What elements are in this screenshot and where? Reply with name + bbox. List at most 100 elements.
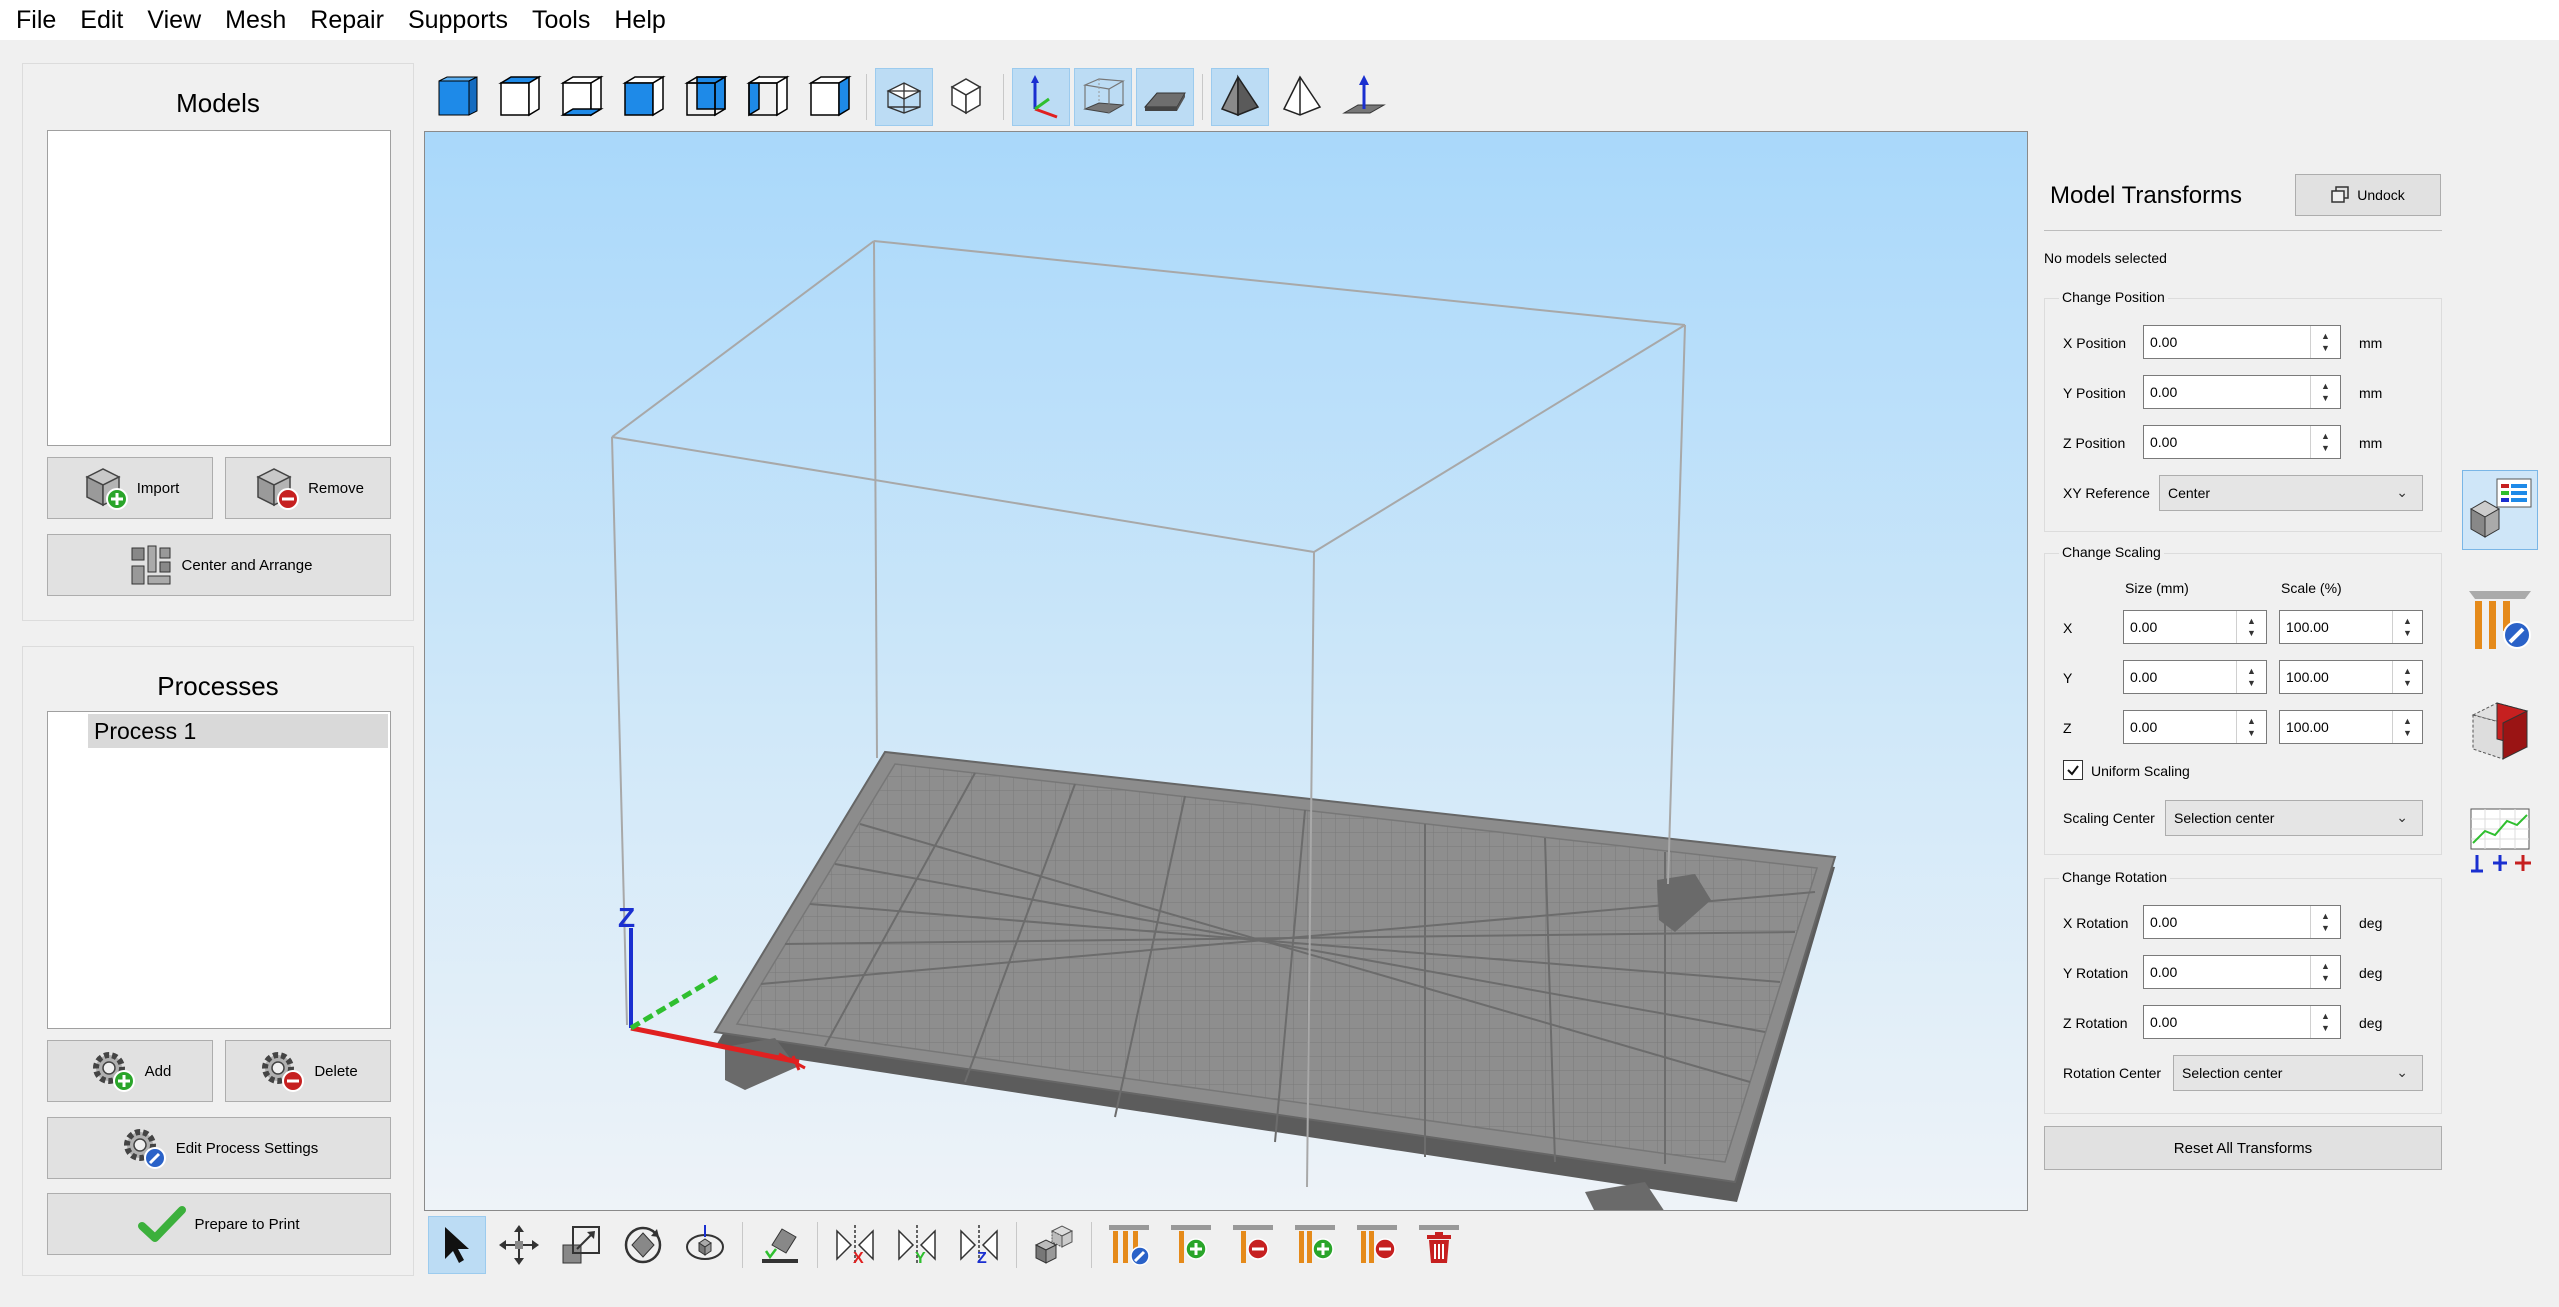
remove-all-supports-button[interactable]	[1348, 1216, 1406, 1274]
transforms-cube-icon	[2469, 478, 2532, 538]
size-x-spinner[interactable]: ▲ ▼	[2236, 611, 2266, 643]
add-process-label: Add	[144, 1062, 172, 1080]
move-tool-button[interactable]	[490, 1216, 548, 1274]
scale-y-input[interactable]: 100.00 ▲ ▼	[2279, 660, 2423, 694]
add-support-button[interactable]	[1162, 1216, 1220, 1274]
add-all-supports-button[interactable]	[1286, 1216, 1344, 1274]
menu-repair[interactable]: Repair	[298, 0, 396, 40]
z-position-input[interactable]: 0.00 ▲ ▼	[2143, 425, 2341, 459]
delete-process-button[interactable]: Delete	[225, 1040, 391, 1102]
xy-reference-select[interactable]: Center ⌄	[2159, 475, 2423, 511]
models-list[interactable]	[47, 130, 391, 446]
x-position-unit: mm	[2359, 335, 2383, 351]
scale-icon	[562, 1226, 600, 1264]
view-back-button[interactable]	[676, 68, 734, 126]
show-axes-button[interactable]	[1012, 68, 1070, 126]
menu-tools[interactable]: Tools	[520, 0, 602, 40]
model-transforms-tab[interactable]	[2462, 470, 2538, 550]
scale-z-value: 100.00	[2286, 719, 2329, 735]
y-position-spinner[interactable]: ▲ ▼	[2310, 376, 2340, 408]
import-button[interactable]: Import	[47, 457, 213, 519]
remove-support-button[interactable]	[1224, 1216, 1282, 1274]
position-group: Change Position X Position 0.00 ▲ ▼ mm Y …	[2044, 289, 2442, 532]
undock-button[interactable]: Undock	[2295, 174, 2441, 216]
3d-viewport[interactable]: Z	[424, 131, 2028, 1211]
orthographic-view-button[interactable]	[937, 68, 995, 126]
process-list-item[interactable]: Process 1	[88, 714, 388, 748]
z-position-spinner[interactable]: ▲ ▼	[2310, 426, 2340, 458]
z-rotation-input[interactable]: 0.00 ▲ ▼	[2143, 1005, 2341, 1039]
scale-tool-button[interactable]	[552, 1216, 610, 1274]
x-rotation-value: 0.00	[2150, 914, 2178, 930]
processes-list[interactable]: Process 1	[47, 711, 391, 1029]
size-z-input[interactable]: 0.00 ▲ ▼	[2123, 710, 2267, 744]
model-repair-tab[interactable]	[2462, 690, 2538, 770]
y-position-input[interactable]: 0.00 ▲ ▼	[2143, 375, 2341, 409]
scale-z-label: Z	[2063, 720, 2072, 736]
view-left-button[interactable]	[738, 68, 796, 126]
delete-supports-button[interactable]	[1410, 1216, 1468, 1274]
free-rotate-tool-button[interactable]	[676, 1216, 734, 1274]
size-x-input[interactable]: 0.00 ▲ ▼	[2123, 610, 2267, 644]
mirror-z-button[interactable]: Z	[950, 1216, 1008, 1274]
z-rotation-value: 0.00	[2150, 1014, 2178, 1030]
menu-mesh[interactable]: Mesh	[213, 0, 298, 40]
mirror-x-button[interactable]: X	[826, 1216, 884, 1274]
menu-view[interactable]: View	[135, 0, 213, 40]
lay-flat-tool-button[interactable]	[751, 1216, 809, 1274]
x-position-input[interactable]: 0.00 ▲ ▼	[2143, 325, 2341, 359]
y-rotation-input[interactable]: 0.00 ▲ ▼	[2143, 955, 2341, 989]
rotate-icon	[624, 1226, 662, 1264]
x-rotation-input[interactable]: 0.00 ▲ ▼	[2143, 905, 2341, 939]
x-position-spinner[interactable]: ▲ ▼	[2310, 326, 2340, 358]
analysis-tab[interactable]	[2462, 800, 2538, 880]
scaling-group: Change Scaling Size (mm) Scale (%) X 0.0…	[2044, 544, 2442, 855]
shaded-mode-button[interactable]	[1211, 68, 1269, 126]
mirror-y-button[interactable]: Y	[888, 1216, 946, 1274]
menu-file[interactable]: File	[4, 0, 68, 40]
size-z-spinner[interactable]: ▲ ▼	[2236, 711, 2266, 743]
scale-y-spinner[interactable]: ▲ ▼	[2392, 661, 2422, 693]
edit-process-settings-button[interactable]: Edit Process Settings	[47, 1117, 391, 1179]
size-y-input[interactable]: 0.00 ▲ ▼	[2123, 660, 2267, 694]
z-rotation-unit: deg	[2359, 1015, 2383, 1031]
show-build-plate-button[interactable]	[1136, 68, 1194, 126]
xy-reference-label: XY Reference	[2063, 485, 2150, 501]
add-process-button[interactable]: Add	[47, 1040, 213, 1102]
center-arrange-button[interactable]: Center and Arrange	[47, 534, 391, 596]
select-tool-button[interactable]	[428, 1216, 486, 1274]
menu-supports[interactable]: Supports	[396, 0, 520, 40]
supports-tab[interactable]	[2462, 580, 2538, 660]
y-rotation-spinner[interactable]: ▲ ▼	[2310, 956, 2340, 988]
scale-z-input[interactable]: 100.00 ▲ ▼	[2279, 710, 2423, 744]
show-build-volume-button[interactable]	[1074, 68, 1132, 126]
scaling-center-select[interactable]: Selection center ⌄	[2165, 800, 2423, 836]
z-axis-view-button[interactable]	[1335, 68, 1393, 126]
wireframe-mode-button[interactable]	[1273, 68, 1331, 126]
view-iso-button[interactable]	[428, 68, 486, 126]
size-y-spinner[interactable]: ▲ ▼	[2236, 661, 2266, 693]
uniform-scaling-checkbox[interactable]	[2063, 760, 2083, 780]
remove-button[interactable]: Remove	[225, 457, 391, 519]
view-right-button[interactable]	[800, 68, 858, 126]
z-rotation-spinner[interactable]: ▲ ▼	[2310, 1006, 2340, 1038]
scale-x-input[interactable]: 100.00 ▲ ▼	[2279, 610, 2423, 644]
menu-edit[interactable]: Edit	[68, 0, 135, 40]
perspective-view-button[interactable]	[875, 68, 933, 126]
edit-supports-button[interactable]	[1100, 1216, 1158, 1274]
x-rotation-spinner[interactable]: ▲ ▼	[2310, 906, 2340, 938]
supports-remove-all-icon	[1357, 1225, 1397, 1263]
rotation-center-select[interactable]: Selection center ⌄	[2173, 1055, 2423, 1091]
rotate-tool-button[interactable]	[614, 1216, 672, 1274]
reset-transforms-button[interactable]: Reset All Transforms	[2044, 1126, 2442, 1170]
toolbar-separator	[742, 1222, 743, 1268]
view-front-button[interactable]	[614, 68, 672, 126]
prepare-to-print-button[interactable]: Prepare to Print	[47, 1193, 391, 1255]
view-bottom-button[interactable]	[552, 68, 610, 126]
scale-x-spinner[interactable]: ▲ ▼	[2392, 611, 2422, 643]
menu-help[interactable]: Help	[602, 0, 677, 40]
duplicate-model-button[interactable]	[1025, 1216, 1083, 1274]
scale-z-spinner[interactable]: ▲ ▼	[2392, 711, 2422, 743]
view-top-button[interactable]	[490, 68, 548, 126]
size-z-value: 0.00	[2130, 719, 2158, 735]
